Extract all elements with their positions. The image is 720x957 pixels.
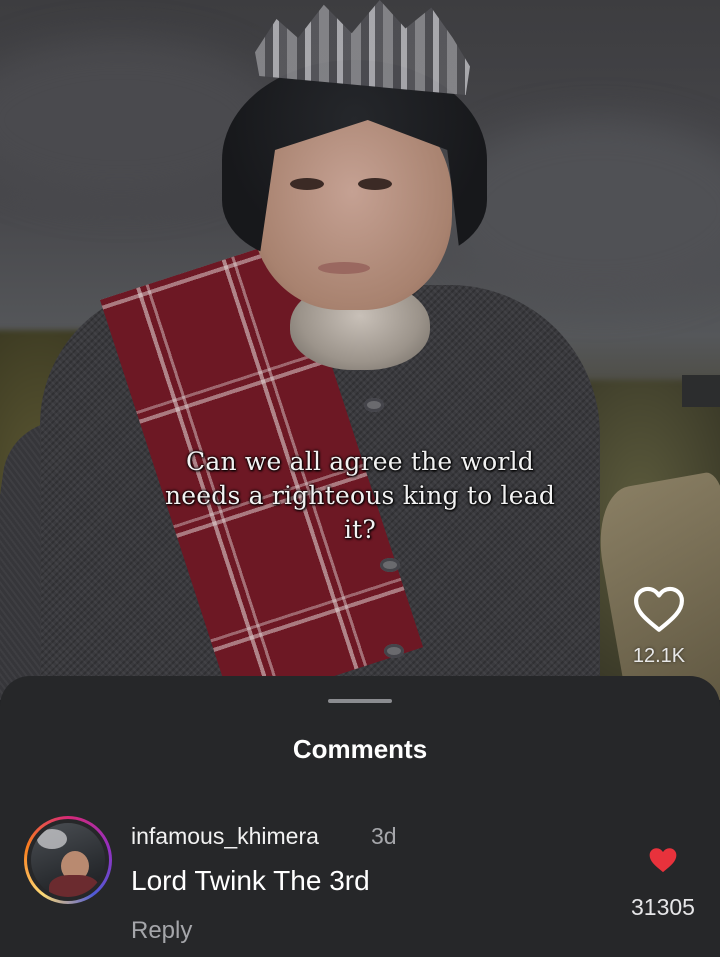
caption-line: Can we all agree the world [186, 447, 534, 476]
comment-username[interactable]: infamous_khimera [131, 823, 319, 850]
person-eye [358, 178, 392, 190]
comments-sheet: Comments infamous_khimera 3d Lord Twink … [0, 676, 720, 957]
reply-button[interactable]: Reply [131, 917, 192, 945]
comment-age: 3d [371, 823, 397, 849]
coat-button [384, 644, 404, 658]
caption-line: needs a righteous king to lead [164, 481, 556, 510]
video-like-button[interactable]: 12.1K [630, 585, 688, 685]
heart-filled-icon[interactable] [647, 846, 679, 874]
coat-button [380, 558, 400, 572]
comment-like-button[interactable]: 31305 [620, 846, 706, 921]
person-figure [0, 0, 720, 700]
person-eye [290, 178, 324, 190]
video-player[interactable]: Can we all agree the world needs a right… [0, 0, 720, 700]
coat-button [364, 398, 384, 412]
avatar-image [31, 823, 105, 897]
user-avatar[interactable] [24, 816, 112, 904]
comment-text: Lord Twink The 3rd [131, 865, 370, 896]
video-caption: Can we all agree the world needs a right… [0, 445, 720, 547]
video-like-count: 12.1K [632, 645, 686, 667]
caption-line: it? [343, 515, 377, 544]
comments-title: Comments [292, 734, 428, 764]
comment-item: infamous_khimera 3d Lord Twink The 3rd R… [0, 806, 720, 956]
heart-outline-icon[interactable] [632, 585, 686, 633]
person-lips [318, 262, 370, 274]
comment-like-count: 31305 [631, 894, 695, 920]
sheet-drag-handle[interactable] [328, 699, 392, 703]
